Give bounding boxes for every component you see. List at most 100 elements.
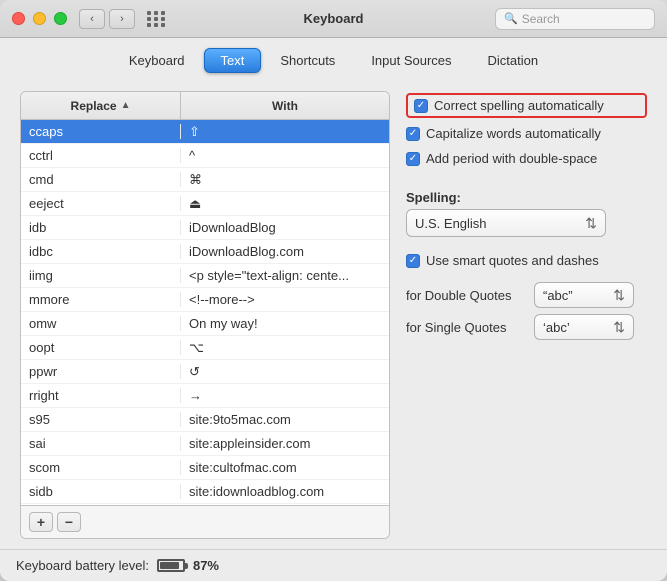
cell-with: <p style="text-align: cente... [181,268,389,283]
cell-replace: s95 [21,412,181,427]
cell-with: ⌘ [181,172,389,188]
checkmark-icon: ✓ [409,154,417,164]
table-row[interactable]: sidb site:idownloadblog.com [21,480,389,504]
table-row[interactable]: cctrl ^ [21,144,389,168]
cell-replace: idb [21,220,181,235]
period-row: ✓ Add period with double-space [406,151,647,166]
window-title: Keyboard [304,11,364,26]
grid-icon [147,11,166,27]
cell-with: iDownloadBlog [181,220,389,235]
spelling-select[interactable]: U.S. English ⇅ [406,209,606,237]
cell-replace: omw [21,316,181,331]
tab-input-sources[interactable]: Input Sources [354,48,468,73]
cell-with: site:cultofmac.com [181,460,389,475]
double-quotes-row: for Double Quotes “abc” ⇅ [406,282,647,308]
battery-fill [160,562,179,569]
table-row[interactable]: omw On my way! [21,312,389,336]
table-row[interactable]: eeject ⏏ [21,192,389,216]
forward-button[interactable]: › [109,9,135,29]
single-quotes-label: for Single Quotes [406,320,526,335]
correct-spelling-checkbox[interactable]: ✓ [414,99,428,113]
table-row[interactable]: s95 site:9to5mac.com [21,408,389,432]
capitalize-row: ✓ Capitalize words automatically [406,126,647,141]
spelling-value: U.S. English [415,216,487,231]
cell-replace: mmore [21,292,181,307]
add-row-button[interactable]: + [29,512,53,532]
battery-percentage: 87% [193,558,219,573]
search-icon: 🔍 [504,12,518,25]
maximize-button[interactable] [54,12,67,25]
capitalize-label: Capitalize words automatically [426,126,601,141]
table-row[interactable]: iimg <p style="text-align: cente... [21,264,389,288]
checkmark-icon: ✓ [409,129,417,139]
col-with: With [181,99,389,113]
smart-quotes-row: ✓ Use smart quotes and dashes [406,253,647,268]
checkmark-icon: ✓ [409,256,417,266]
table-body: ccaps ⇧ cctrl ^ cmd ⌘ eeject ⏏ idb iDo [21,120,389,505]
single-quotes-value: ‘abc’ [543,320,570,335]
smart-quotes-checkbox[interactable]: ✓ [406,254,420,268]
content-area: Replace ▲ With ccaps ⇧ cctrl ^ cmd ⌘ [0,81,667,549]
nav-buttons: ‹ › [79,9,135,29]
table-row[interactable]: cmd ⌘ [21,168,389,192]
single-quotes-row: for Single Quotes ‘abc’ ⇅ [406,314,647,340]
keyboard-window: ‹ › Keyboard 🔍 Search Keyboard Text Shor… [0,0,667,581]
battery-outer [157,559,185,572]
back-button[interactable]: ‹ [79,9,105,29]
table-row[interactable]: sai site:appleinsider.com [21,432,389,456]
smart-quotes-label: Use smart quotes and dashes [426,253,599,268]
tab-shortcuts[interactable]: Shortcuts [263,48,352,73]
cell-with: <!--more--> [181,292,389,307]
bottom-bar: Keyboard battery level: 87% [0,549,667,581]
close-button[interactable] [12,12,25,25]
checkmark-icon: ✓ [417,101,425,111]
cell-with: ⌥ [181,340,389,356]
spelling-section-label: Spelling: [406,190,647,205]
double-quotes-arrows-icon: ⇅ [613,288,625,302]
tab-text[interactable]: Text [204,48,262,73]
cell-with: → [181,388,389,403]
cell-replace: sai [21,436,181,451]
cell-replace: rright [21,388,181,403]
double-quotes-label: for Double Quotes [406,288,526,303]
cell-replace: sidb [21,484,181,499]
cell-replace: eeject [21,196,181,211]
table-row[interactable]: oopt ⌥ [21,336,389,360]
minimize-button[interactable] [33,12,46,25]
table-row[interactable]: ccaps ⇧ [21,120,389,144]
cell-replace: iimg [21,268,181,283]
table-row[interactable]: idb iDownloadBlog [21,216,389,240]
tab-dictation[interactable]: Dictation [471,48,556,73]
tab-keyboard[interactable]: Keyboard [112,48,202,73]
table-row[interactable]: idbc iDownloadBlog.com [21,240,389,264]
cell-replace: idbc [21,244,181,259]
battery-level-label: Keyboard battery level: [16,558,149,573]
tab-bar: Keyboard Text Shortcuts Input Sources Di… [0,38,667,81]
table-row[interactable]: ppwr ↺ [21,360,389,384]
cell-with: site:idownloadblog.com [181,484,389,499]
table-header: Replace ▲ With [21,92,389,120]
cell-with: ⏏ [181,196,389,212]
cell-with: site:9to5mac.com [181,412,389,427]
quotes-section: for Double Quotes “abc” ⇅ for Single Quo… [406,282,647,340]
grid-button[interactable] [143,9,169,29]
traffic-lights [12,12,67,25]
table-row[interactable]: rright → [21,384,389,408]
col-replace: Replace ▲ [21,92,181,119]
remove-row-button[interactable]: − [57,512,81,532]
double-quotes-select[interactable]: “abc” ⇅ [534,282,634,308]
period-label: Add period with double-space [426,151,597,166]
table-row[interactable]: scom site:cultofmac.com [21,456,389,480]
battery-icon [157,559,185,572]
cell-with: On my way! [181,316,389,331]
cell-replace: cctrl [21,148,181,163]
single-quotes-select[interactable]: ‘abc’ ⇅ [534,314,634,340]
period-checkbox[interactable]: ✓ [406,152,420,166]
cell-replace: cmd [21,172,181,187]
cell-with: ↺ [181,364,389,380]
text-replacements-table: Replace ▲ With ccaps ⇧ cctrl ^ cmd ⌘ [20,91,390,539]
capitalize-checkbox[interactable]: ✓ [406,127,420,141]
search-box[interactable]: 🔍 Search [495,8,655,30]
cell-replace: scom [21,460,181,475]
table-row[interactable]: mmore <!--more--> [21,288,389,312]
